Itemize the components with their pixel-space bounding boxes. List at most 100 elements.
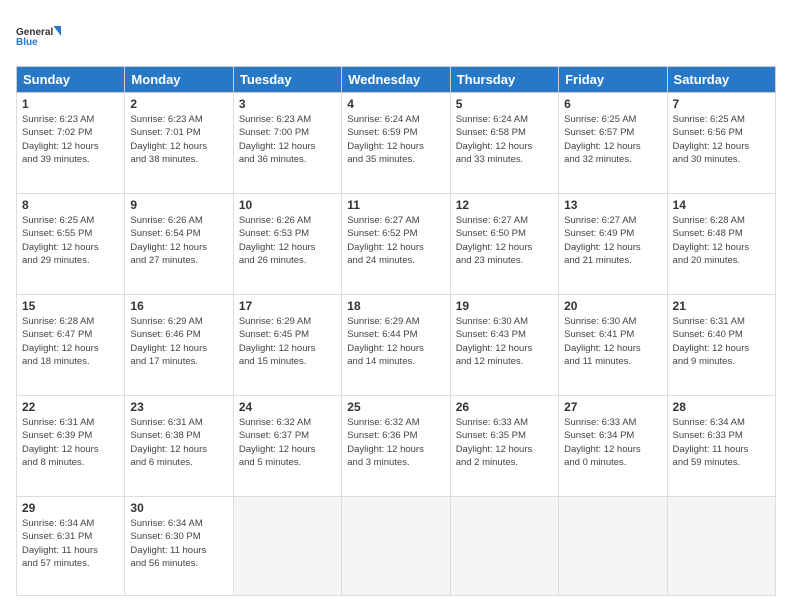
- calendar-cell: [342, 497, 450, 596]
- day-info: Sunrise: 6:27 AM Sunset: 6:49 PM Dayligh…: [564, 214, 661, 267]
- day-info: Sunrise: 6:23 AM Sunset: 7:00 PM Dayligh…: [239, 113, 336, 166]
- day-info: Sunrise: 6:33 AM Sunset: 6:35 PM Dayligh…: [456, 416, 553, 469]
- day-number: 8: [22, 198, 119, 212]
- header: General Blue: [16, 16, 776, 56]
- day-info: Sunrise: 6:31 AM Sunset: 6:40 PM Dayligh…: [673, 315, 770, 368]
- day-info: Sunrise: 6:34 AM Sunset: 6:33 PM Dayligh…: [673, 416, 770, 469]
- calendar-cell: [233, 497, 341, 596]
- day-number: 5: [456, 97, 553, 111]
- calendar-week-row: 8 Sunrise: 6:25 AM Sunset: 6:55 PM Daylig…: [17, 194, 776, 295]
- calendar-cell: 22 Sunrise: 6:31 AM Sunset: 6:39 PM Dayli…: [17, 396, 125, 497]
- calendar-week-row: 1 Sunrise: 6:23 AM Sunset: 7:02 PM Daylig…: [17, 93, 776, 194]
- day-number: 10: [239, 198, 336, 212]
- svg-text:General: General: [16, 27, 53, 38]
- day-info: Sunrise: 6:25 AM Sunset: 6:57 PM Dayligh…: [564, 113, 661, 166]
- day-number: 29: [22, 501, 119, 515]
- day-number: 16: [130, 299, 227, 313]
- day-info: Sunrise: 6:32 AM Sunset: 6:36 PM Dayligh…: [347, 416, 444, 469]
- day-info: Sunrise: 6:26 AM Sunset: 6:53 PM Dayligh…: [239, 214, 336, 267]
- page: General Blue SundayMondayTuesdayWednesda…: [0, 0, 792, 612]
- calendar-cell: 6 Sunrise: 6:25 AM Sunset: 6:57 PM Daylig…: [559, 93, 667, 194]
- calendar-cell: 18Sunrise: 6:29 AM Sunset: 6:44 PM Dayli…: [342, 295, 450, 396]
- day-info: Sunrise: 6:26 AM Sunset: 6:54 PM Dayligh…: [130, 214, 227, 267]
- day-number: 3: [239, 97, 336, 111]
- day-of-week-row: SundayMondayTuesdayWednesdayThursdayFrid…: [17, 67, 776, 93]
- dow-header: Tuesday: [233, 67, 341, 93]
- day-info: Sunrise: 6:31 AM Sunset: 6:38 PM Dayligh…: [130, 416, 227, 469]
- day-number: 15: [22, 299, 119, 313]
- logo: General Blue: [16, 16, 66, 56]
- day-number: 1: [22, 97, 119, 111]
- calendar-cell: 9 Sunrise: 6:26 AM Sunset: 6:54 PM Daylig…: [125, 194, 233, 295]
- day-info: Sunrise: 6:31 AM Sunset: 6:39 PM Dayligh…: [22, 416, 119, 469]
- day-number: 21: [673, 299, 770, 313]
- calendar-cell: 1 Sunrise: 6:23 AM Sunset: 7:02 PM Daylig…: [17, 93, 125, 194]
- day-number: 13: [564, 198, 661, 212]
- calendar-cell: 12Sunrise: 6:27 AM Sunset: 6:50 PM Dayli…: [450, 194, 558, 295]
- day-info: Sunrise: 6:29 AM Sunset: 6:45 PM Dayligh…: [239, 315, 336, 368]
- calendar-cell: 14Sunrise: 6:28 AM Sunset: 6:48 PM Dayli…: [667, 194, 775, 295]
- day-number: 22: [22, 400, 119, 414]
- calendar-cell: 16 Sunrise: 6:29 AM Sunset: 6:46 PM Dayli…: [125, 295, 233, 396]
- day-info: Sunrise: 6:25 AM Sunset: 6:55 PM Dayligh…: [22, 214, 119, 267]
- day-number: 23: [130, 400, 227, 414]
- day-info: Sunrise: 6:32 AM Sunset: 6:37 PM Dayligh…: [239, 416, 336, 469]
- calendar-cell: 11 Sunrise: 6:27 AM Sunset: 6:52 PM Dayli…: [342, 194, 450, 295]
- day-number: 28: [673, 400, 770, 414]
- calendar-table: SundayMondayTuesdayWednesdayThursdayFrid…: [16, 66, 776, 596]
- day-number: 7: [673, 97, 770, 111]
- day-info: Sunrise: 6:30 AM Sunset: 6:43 PM Dayligh…: [456, 315, 553, 368]
- day-number: 20: [564, 299, 661, 313]
- day-info: Sunrise: 6:25 AM Sunset: 6:56 PM Dayligh…: [673, 113, 770, 166]
- dow-header: Saturday: [667, 67, 775, 93]
- day-info: Sunrise: 6:29 AM Sunset: 6:46 PM Dayligh…: [130, 315, 227, 368]
- day-number: 11: [347, 198, 444, 212]
- calendar-cell: [559, 497, 667, 596]
- day-number: 26: [456, 400, 553, 414]
- day-number: 14: [673, 198, 770, 212]
- calendar-cell: 20Sunrise: 6:30 AM Sunset: 6:41 PM Dayli…: [559, 295, 667, 396]
- day-number: 9: [130, 198, 227, 212]
- day-number: 4: [347, 97, 444, 111]
- day-number: 30: [130, 501, 227, 515]
- calendar-cell: 27Sunrise: 6:33 AM Sunset: 6:34 PM Dayli…: [559, 396, 667, 497]
- calendar-cell: 2Sunrise: 6:23 AM Sunset: 7:01 PM Daylig…: [125, 93, 233, 194]
- calendar-cell: 21 Sunrise: 6:31 AM Sunset: 6:40 PM Dayli…: [667, 295, 775, 396]
- dow-header: Sunday: [17, 67, 125, 93]
- day-number: 24: [239, 400, 336, 414]
- day-number: 27: [564, 400, 661, 414]
- calendar-cell: 25 Sunrise: 6:32 AM Sunset: 6:36 PM Dayli…: [342, 396, 450, 497]
- calendar-week-row: 22 Sunrise: 6:31 AM Sunset: 6:39 PM Dayli…: [17, 396, 776, 497]
- calendar-cell: 19 Sunrise: 6:30 AM Sunset: 6:43 PM Dayli…: [450, 295, 558, 396]
- calendar-cell: 30 Sunrise: 6:34 AM Sunset: 6:30 PM Dayli…: [125, 497, 233, 596]
- calendar-cell: 5 Sunrise: 6:24 AM Sunset: 6:58 PM Daylig…: [450, 93, 558, 194]
- day-number: 6: [564, 97, 661, 111]
- day-info: Sunrise: 6:23 AM Sunset: 7:02 PM Dayligh…: [22, 113, 119, 166]
- calendar-cell: [667, 497, 775, 596]
- day-info: Sunrise: 6:27 AM Sunset: 6:52 PM Dayligh…: [347, 214, 444, 267]
- calendar-cell: 8 Sunrise: 6:25 AM Sunset: 6:55 PM Daylig…: [17, 194, 125, 295]
- calendar-cell: 10 Sunrise: 6:26 AM Sunset: 6:53 PM Dayli…: [233, 194, 341, 295]
- calendar-cell: 3 Sunrise: 6:23 AM Sunset: 7:00 PM Daylig…: [233, 93, 341, 194]
- calendar-cell: 28 Sunrise: 6:34 AM Sunset: 6:33 PM Dayli…: [667, 396, 775, 497]
- day-number: 17: [239, 299, 336, 313]
- day-number: 25: [347, 400, 444, 414]
- day-number: 12: [456, 198, 553, 212]
- calendar-cell: 13 Sunrise: 6:27 AM Sunset: 6:49 PM Dayli…: [559, 194, 667, 295]
- day-info: Sunrise: 6:23 AM Sunset: 7:01 PM Dayligh…: [130, 113, 227, 166]
- calendar-week-row: 29Sunrise: 6:34 AM Sunset: 6:31 PM Dayli…: [17, 497, 776, 596]
- calendar-cell: 24 Sunrise: 6:32 AM Sunset: 6:37 PM Dayli…: [233, 396, 341, 497]
- logo-svg: General Blue: [16, 16, 66, 56]
- svg-text:Blue: Blue: [16, 37, 38, 48]
- dow-header: Wednesday: [342, 67, 450, 93]
- day-info: Sunrise: 6:24 AM Sunset: 6:58 PM Dayligh…: [456, 113, 553, 166]
- day-info: Sunrise: 6:28 AM Sunset: 6:47 PM Dayligh…: [22, 315, 119, 368]
- dow-header: Thursday: [450, 67, 558, 93]
- calendar-cell: [450, 497, 558, 596]
- calendar-cell: 4 Sunrise: 6:24 AM Sunset: 6:59 PM Daylig…: [342, 93, 450, 194]
- day-info: Sunrise: 6:34 AM Sunset: 6:30 PM Dayligh…: [130, 517, 227, 570]
- day-info: Sunrise: 6:24 AM Sunset: 6:59 PM Dayligh…: [347, 113, 444, 166]
- calendar-cell: 7 Sunrise: 6:25 AM Sunset: 6:56 PM Daylig…: [667, 93, 775, 194]
- day-number: 19: [456, 299, 553, 313]
- day-number: 18: [347, 299, 444, 313]
